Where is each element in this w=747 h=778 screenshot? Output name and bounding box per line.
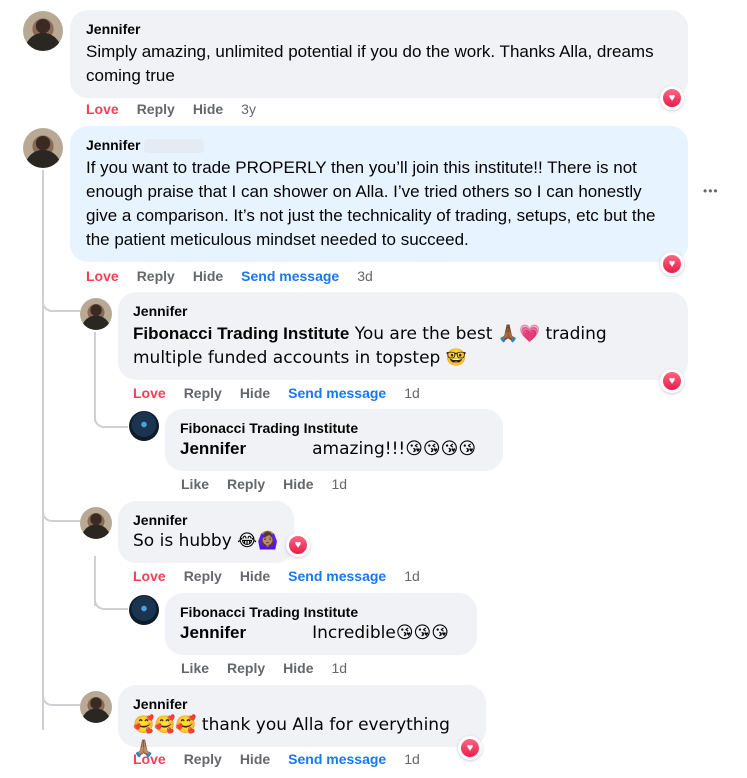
hide-button[interactable]: Hide [283, 476, 313, 492]
reply-actions: Like Reply Hide 1d [181, 660, 365, 676]
reply-author[interactable]: Fibonacci Trading Institute [180, 603, 462, 621]
reply-actions: Like Reply Hide 1d [181, 476, 365, 492]
comment-actions: Love Reply Hide 3y [86, 101, 274, 117]
mention-tag[interactable]: Jennifer [180, 623, 246, 642]
avatar[interactable] [80, 507, 112, 539]
reply-bubble: Jennifer Fibonacci Trading Institute You… [118, 292, 688, 380]
send-message-button[interactable]: Send message [288, 385, 386, 401]
reply-author[interactable]: Fibonacci Trading Institute [180, 419, 488, 437]
reply-bubble: Fibonacci Trading Institute Jennifer Incr… [165, 593, 477, 655]
reply-button[interactable]: Reply [184, 385, 222, 401]
reply-button[interactable]: Reply [227, 476, 265, 492]
love-button[interactable]: Love [86, 268, 119, 284]
timestamp[interactable]: 1d [331, 476, 347, 492]
reply-actions: Love Reply Hide Send message 1d [133, 751, 438, 767]
comment-author[interactable]: Jennifer [86, 136, 672, 154]
thread-line [42, 170, 44, 730]
hide-button[interactable]: Hide [193, 101, 223, 117]
avatar[interactable] [23, 11, 63, 51]
thread-connector [42, 684, 80, 706]
heart-icon[interactable]: ♥ [660, 86, 684, 110]
thread-connector [94, 586, 128, 610]
reply-author[interactable]: Jennifer [133, 695, 471, 713]
send-message-button[interactable]: Send message [288, 568, 386, 584]
comment-text: Simply amazing, unlimited potential if y… [86, 42, 654, 85]
reply-text: Fibonacci Trading Institute You are the … [133, 324, 607, 368]
reply-button[interactable]: Reply [137, 268, 175, 284]
hide-button[interactable]: Hide [240, 751, 270, 767]
more-options-icon[interactable]: ••• [703, 184, 719, 198]
timestamp[interactable]: 1d [404, 385, 420, 401]
reply-button[interactable]: Reply [137, 101, 175, 117]
hide-button[interactable]: Hide [283, 660, 313, 676]
send-message-button[interactable]: Send message [288, 751, 386, 767]
love-button[interactable]: Love [133, 385, 166, 401]
comment-bubble: Jennifer If you want to trade PROPERLY t… [70, 126, 688, 262]
thread-connector [42, 500, 80, 522]
reply-button[interactable]: Reply [227, 660, 265, 676]
reply-author[interactable]: Jennifer [133, 302, 673, 320]
thread-connector [94, 400, 128, 428]
reply-actions: Love Reply Hide Send message 1d [133, 568, 438, 584]
reply-bubble: Jennifer 🥰🥰🥰 thank you Alla for everythi… [118, 685, 486, 759]
avatar[interactable] [23, 128, 63, 168]
comment-actions: Love Reply Hide Send message 3d [86, 268, 391, 284]
heart-icon[interactable]: ♥ [286, 533, 310, 557]
comment-author[interactable]: Jennifer [86, 20, 672, 38]
mention-tag[interactable]: Fibonacci Trading Institute [133, 324, 349, 343]
timestamp[interactable]: 1d [404, 568, 420, 584]
heart-icon[interactable]: ♥ [660, 252, 684, 276]
reply-button[interactable]: Reply [184, 751, 222, 767]
reply-text: So is hubby 😂🙆🏽‍♀️ [133, 531, 279, 551]
thread-connector [42, 290, 80, 312]
hide-button[interactable]: Hide [193, 268, 223, 284]
timestamp[interactable]: 3d [357, 268, 373, 284]
love-button[interactable]: Love [86, 101, 119, 117]
hide-button[interactable]: Hide [240, 385, 270, 401]
heart-icon[interactable]: ♥ [660, 369, 684, 393]
avatar[interactable] [80, 298, 112, 330]
heart-icon[interactable]: ♥ [458, 736, 482, 760]
redacted-name [144, 139, 205, 154]
mention-tag[interactable]: Jennifer [180, 439, 246, 458]
page-logo-avatar[interactable] [129, 411, 159, 441]
hide-button[interactable]: Hide [240, 568, 270, 584]
love-button[interactable]: Love [133, 568, 166, 584]
timestamp[interactable]: 1d [404, 751, 420, 767]
like-button[interactable]: Like [181, 476, 209, 492]
reply-text: Jennifer amazing!!!😘😘😘😘 [180, 439, 477, 459]
like-button[interactable]: Like [181, 660, 209, 676]
reply-author[interactable]: Jennifer [133, 511, 279, 529]
reply-button[interactable]: Reply [184, 568, 222, 584]
page-logo-avatar[interactable] [129, 595, 159, 625]
comment-bubble: Jennifer Simply amazing, unlimited poten… [70, 10, 688, 98]
timestamp[interactable]: 3y [241, 101, 256, 117]
reply-bubble: Jennifer So is hubby 😂🙆🏽‍♀️ [118, 501, 294, 563]
send-message-button[interactable]: Send message [241, 268, 339, 284]
love-button[interactable]: Love [133, 751, 166, 767]
reply-bubble: Fibonacci Trading Institute Jennifer amaz… [165, 409, 503, 471]
avatar[interactable] [80, 691, 112, 723]
timestamp[interactable]: 1d [331, 660, 347, 676]
comment-text: If you want to trade PROPERLY then you’l… [86, 158, 656, 249]
reply-text: Jennifer Incredible😘😘😘 [180, 623, 450, 643]
reply-actions: Love Reply Hide Send message 1d [133, 385, 438, 401]
